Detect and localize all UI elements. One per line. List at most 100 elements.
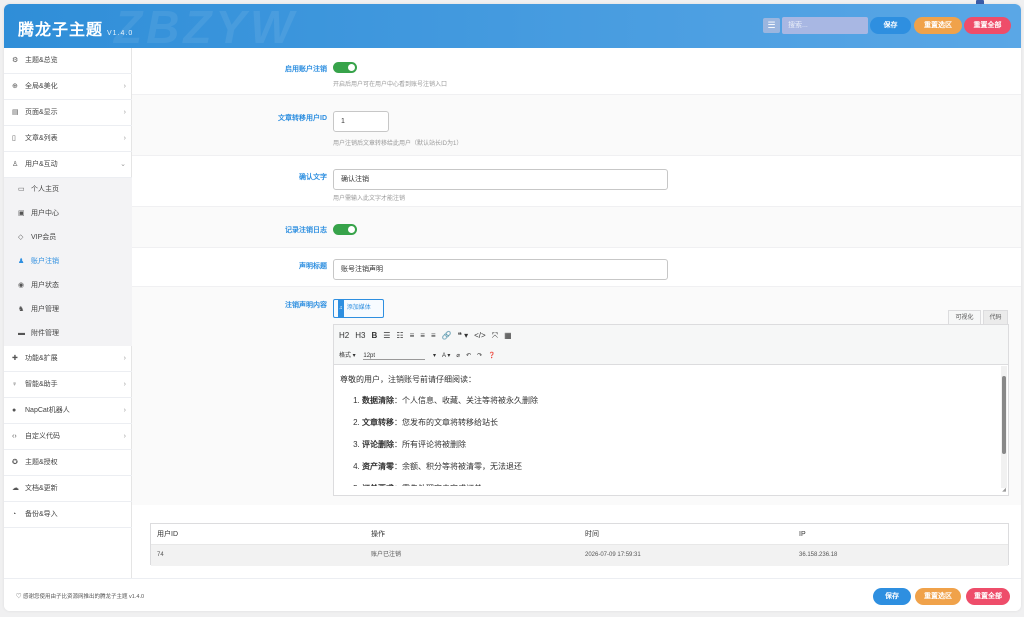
sidebar-subitem-0[interactable]: ▭ 个人主页 [4,178,132,202]
sidebar-item-items_after5[interactable]: ☁ 文档&更新 [4,476,132,502]
sidebar-item-label: 文章&列表 [25,135,58,142]
toolbar-button-5[interactable]: ≡ [410,331,415,340]
table-cell: 74 [157,552,164,558]
notice-item-text: ：需先处理完未完成订单 [394,484,482,486]
toolbar-button-2[interactable]: B [371,331,377,340]
puzzle-icon: ✚ [12,355,18,362]
toolbar-button-6[interactable]: ≡ [420,331,425,340]
chevron-right-icon: › [123,381,126,388]
sidebar-item-label: NapCat机器人 [25,407,70,414]
media-icon: ♫ [338,300,344,317]
footer-save-button[interactable]: 保存 [873,588,911,605]
sidebar-subitem-6[interactable]: ▬ 附件管理 [4,322,132,346]
deactivation-log-table: 用户ID 操作 时间 IP 74 账户已注销 2026-07-09 17:59:31 36.… [150,523,1009,566]
sidebar-item-items_after0[interactable]: ✚ 功能&扩展 › [4,346,132,372]
dashboard-icon: ⚙ [12,57,19,64]
menu-search-icon[interactable]: ☰ [763,18,780,33]
toolbar-button-4[interactable]: ☷ [396,331,403,340]
tab-code[interactable]: 代码 [983,310,1008,324]
transfer-user-id-input[interactable]: 1 [333,111,389,132]
add-media-label: 添加媒体 [346,305,371,311]
toolbar2-button-4[interactable]: ↷ [477,352,482,359]
sidebar-item-items1[interactable]: ⊕ 全局&美化 › [4,74,132,100]
sidebar-subitem-3[interactable]: ♟ 账户注销 [4,250,132,274]
sidebar-item-items_after3[interactable]: ‹› 自定义代码 › [4,424,132,450]
search-input[interactable] [782,17,868,34]
format-select[interactable]: 格式 ▾ [339,350,356,359]
toolbar2-button-5[interactable]: ❓ [488,352,495,359]
sidebar-item-items_after1[interactable]: ♀ 智能&助手 › [4,372,132,398]
app-title: 腾龙子主题 V1.4.0 [18,16,133,40]
user-icon: ♙ [12,161,19,168]
enable-deactivation-toggle[interactable] [333,62,357,73]
sidebar-subitem-2[interactable]: ◇ VIP会员 [4,226,132,250]
toolbar2-button-3[interactable]: ↶ [466,352,471,359]
footer-reset-all-button[interactable]: 重置全部 [966,588,1010,605]
save-button[interactable]: 保存 [870,17,911,34]
toolbar-button-1[interactable]: H3 [355,331,365,340]
toolbar-button-12[interactable]: ▦ [504,331,512,340]
sidebar-item-items3[interactable]: ▯ 文章&列表 › [4,126,132,152]
add-media-button[interactable]: ♫ 添加媒体 [333,299,384,318]
toolbar-row-1: H2 H3 B ☰ ☷ ≡ ≡ ≡ 🔗 ❝ ▾ </> ⤧ ▦ [339,331,518,341]
toolbar-button-0[interactable]: H2 [339,331,349,340]
toolbar-button-7[interactable]: ≡ [431,331,436,340]
chevron-right-icon: › [123,109,126,116]
table-cell: 36.158.236.18 [799,552,838,558]
confirm-text-input[interactable]: 确认注销 [333,169,668,190]
toolbar2-button-2[interactable]: ⌀ [456,352,460,359]
sidebar-item-items_after4[interactable]: ✪ 主题&授权 [4,450,132,476]
row-log-toggle: 记录注销日志 [132,207,1021,248]
heart-icon: ♡ [16,594,24,600]
sidebar-item-items0[interactable]: ⚙ 主题&总览 [4,48,132,74]
sidebar-item-items2[interactable]: ▤ 页面&显示 › [4,100,132,126]
footer: ♡ 感谢您使用由子比资源网推出的腾龙子主题 v1.4.0 保存 重置选区 重置全… [4,578,1021,611]
sidebar-item-label: 自定义代码 [25,433,60,440]
app-title-text: 腾龙子主题 [18,22,104,39]
reset-all-button[interactable]: 重置全部 [964,17,1011,34]
globe-icon: ⊕ [12,83,18,90]
user-circle-icon: ◉ [18,282,25,289]
sidebar-subitem-label: 个人主页 [31,186,59,193]
toolbar-button-8[interactable]: 🔗 [442,331,452,340]
chevron-right-icon: › [123,83,126,90]
setting-label: 记录注销日志 [285,227,327,234]
editor-scrollbar[interactable] [1001,366,1007,488]
notice-item-title: 数据清除 [362,396,394,405]
sidebar-item-items4[interactable]: ♙ 用户&互动 ⌄ [4,152,132,178]
reset-section-button[interactable]: 重置选区 [914,17,962,34]
font-size-select[interactable]: 12pt [363,353,426,360]
sidebar-item-items_after2[interactable]: ● NapCat机器人 › [4,398,132,424]
sidebar-subitem-label: 用户状态 [31,282,59,289]
table-cell: 账户已注销 [371,552,402,558]
resize-handle-icon[interactable]: ◢ [1002,487,1006,493]
notice-item-text: ：个人信息、收藏、关注等将被永久删除 [394,396,538,405]
toolbar-button-3[interactable]: ☰ [383,331,390,340]
sidebar-item-label: 页面&显示 [25,109,58,116]
row-notice-title: 声明标题 账号注销声明 [132,248,1021,287]
toolbar-button-11[interactable]: ⤧ [492,331,498,341]
table-header: 用户ID 操作 时间 IP [151,524,1008,545]
settings-panel: ZBZYW 腾龙子主题V1.4.0 ☰ 保存 重置选区 重置全部 ⚙ 主题&总览 ⊕… [4,4,1021,611]
toolbar-button-9[interactable]: ❝ ▾ [458,331,469,340]
log-toggle[interactable] [333,224,357,235]
code-icon: ‹› [12,433,17,440]
scrollbar-thumb[interactable] [1002,376,1006,454]
tab-visual[interactable]: 可视化 [948,310,981,324]
sidebar-item-items_after6[interactable]: ◔ 备份&导入 [4,502,132,528]
toolbar2-button-1[interactable]: A ▾ [442,352,450,359]
column-header: IP [799,531,806,538]
sidebar-subitem-1[interactable]: ▣ 用户中心 [4,202,132,226]
notice-title-input[interactable]: 账号注销声明 [333,259,668,280]
notice-list: 数据清除：个人信息、收藏、关注等将被永久删除文章转移：您发布的文章将转移给站长评… [362,395,996,486]
sidebar-subitem-5[interactable]: ♞ 用户管理 [4,298,132,322]
toolbar2-button-0[interactable]: ▾ [433,352,436,359]
lightbulb-icon: ♀ [12,381,18,388]
notice-item-title: 评论删除 [362,440,394,449]
toolbar-button-10[interactable]: </> [474,331,486,340]
notice-list-item: 评论删除：所有评论将被删除 [362,439,996,450]
sidebar-subitem-4[interactable]: ◉ 用户状态 [4,274,132,298]
setting-label: 启用账户注销 [285,66,327,73]
editor-content[interactable]: 尊敬的用户，注销账号前请仔细阅读： 数据清除：个人信息、收藏、关注等将被永久删除… [334,366,1002,486]
footer-reset-section-button[interactable]: 重置选区 [915,588,961,605]
